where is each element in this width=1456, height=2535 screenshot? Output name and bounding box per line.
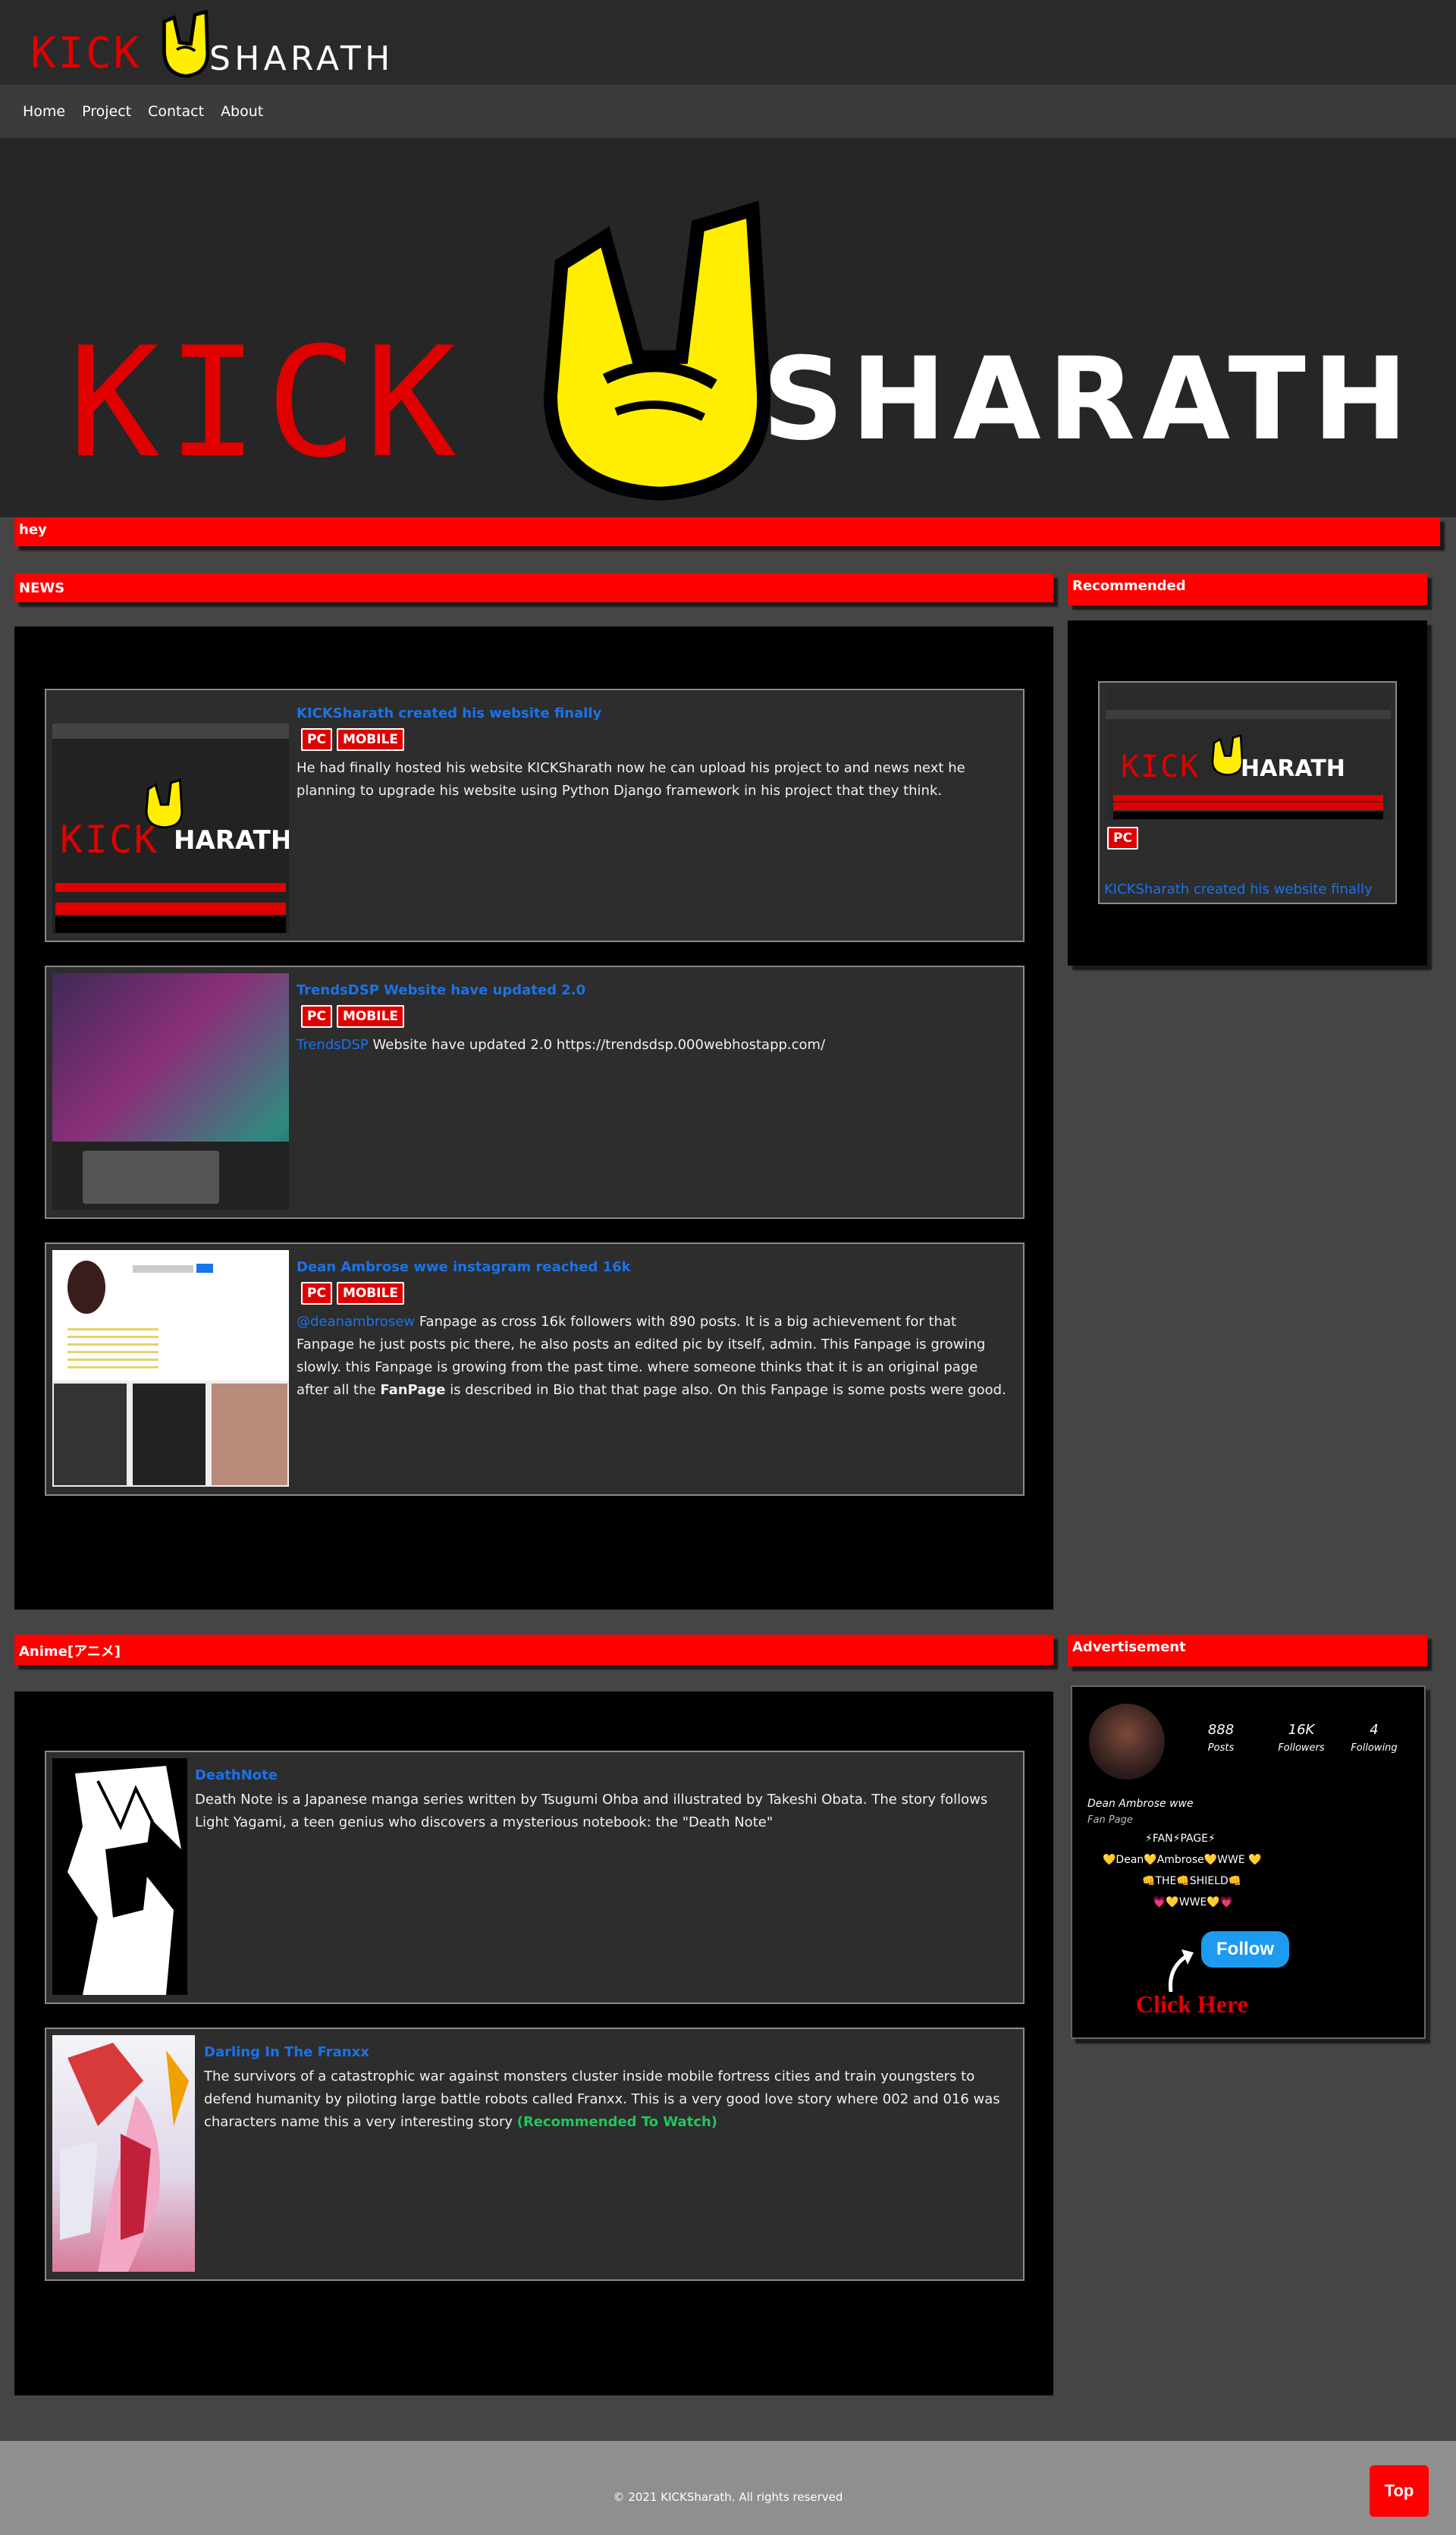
platform-badges: PC MOBILE <box>301 1005 405 1028</box>
nav-about[interactable]: About <box>221 103 263 120</box>
following-count: 4 <box>1370 1722 1379 1738</box>
click-here-text[interactable]: Click Here <box>1136 1990 1248 2018</box>
recommended-highlight: (Recommended To Watch) <box>516 2114 718 2130</box>
pc-badge: PC <box>1107 827 1138 850</box>
news-card[interactable]: Dean Ambrose wwe instagram reached 16k P… <box>45 1242 1025 1496</box>
website-thumbnail[interactable]: KICK HARATH <box>52 696 289 933</box>
platform-badges: PC MOBILE <box>301 1282 405 1305</box>
recommended-header-label: Recommended <box>1072 578 1186 594</box>
anime-text: The survivors of a catastrophic war agai… <box>204 2065 1008 2134</box>
recommended-card[interactable]: KICK HARATH PC KICKSharath created his w… <box>1098 681 1397 904</box>
mobile-badge: MOBILE <box>336 728 405 751</box>
recommended-thumbnail[interactable]: KICK HARATH <box>1106 689 1391 821</box>
instagram-handle-link[interactable]: @deanambrosew <box>297 1314 415 1330</box>
news-header: NEWS <box>14 573 1053 602</box>
anime-title[interactable]: Darling In The Franxx <box>204 2044 369 2060</box>
trendsdsp-thumbnail[interactable] <box>52 973 289 1210</box>
hero-kick-text: KICK <box>68 315 464 492</box>
hero-sharath-text: SHARATH <box>762 334 1415 466</box>
top-header: KICK SHARATH <box>0 0 1456 85</box>
advertisement-header: Advertisement <box>1068 1635 1427 1666</box>
header-logo[interactable]: KICK SHARATH <box>30 6 390 82</box>
announce-label: hey <box>19 522 47 538</box>
news-text-part: is described in Bio that that page also.… <box>445 1382 1006 1398</box>
anime-title[interactable]: DeathNote <box>195 1767 278 1783</box>
fanpage-bold: FanPage <box>380 1382 446 1398</box>
nav-contact[interactable]: Contact <box>148 103 204 120</box>
advertisement-header-label: Advertisement <box>1072 1639 1186 1655</box>
franxx-thumbnail[interactable] <box>52 2035 195 2272</box>
follow-button[interactable]: Follow <box>1201 1931 1289 1968</box>
pc-badge: PC <box>301 1005 332 1028</box>
logo-sharath-text: SHARATH <box>209 39 394 78</box>
anime-panel: DeathNote Death Note is a Japanese manga… <box>14 1692 1053 2395</box>
recommended-header: Recommended <box>1068 573 1427 605</box>
followers-count: 16K <box>1288 1722 1315 1738</box>
news-card[interactable]: KICK HARATH KICKSharath created his webs… <box>45 689 1025 942</box>
pc-badge: PC <box>301 728 332 751</box>
anime-header-label: Anime[アニメ] <box>19 1644 121 1660</box>
posts-stat: 888 Posts <box>1198 1722 1244 1754</box>
advertisement-panel[interactable]: 888 Posts 16K Followers 4 Following Dean… <box>1071 1685 1426 2039</box>
news-text: He had finally hosted his website KICKSh… <box>297 760 965 799</box>
hero-banner: KICK SHARATH <box>0 138 1456 517</box>
anime-text: Death Note is a Japanese manga series wr… <box>195 1792 988 1830</box>
posts-label: Posts <box>1207 1742 1235 1754</box>
anime-header: Anime[アニメ] <box>14 1635 1053 1665</box>
posts-count: 888 <box>1207 1722 1235 1738</box>
hero-rock-hand-icon <box>543 200 771 501</box>
anime-card[interactable]: DeathNote Death Note is a Japanese manga… <box>45 1751 1025 2004</box>
mobile-badge: MOBILE <box>336 1005 405 1028</box>
profile-avatar[interactable] <box>1089 1704 1165 1780</box>
copyright-text: © 2021 KICKSharath. All rights reserved <box>613 2490 843 2504</box>
news-text: TrendsDSP Website have updated 2.0 https… <box>297 1034 979 1057</box>
news-panel: KICK HARATH KICKSharath created his webs… <box>14 627 1053 1610</box>
curved-arrow-icon <box>1168 1949 1194 1993</box>
recommended-title-link[interactable]: KICKSharath created his website finally <box>1104 881 1373 897</box>
bio-line: 💛Dean💛Ambrose💛WWE 💛 <box>1103 1854 1262 1866</box>
news-card[interactable]: TrendsDSP Website have updated 2.0 PC MO… <box>45 966 1025 1219</box>
instagram-thumbnail[interactable] <box>52 1250 289 1487</box>
news-title[interactable]: Dean Ambrose wwe instagram reached 16k <box>297 1259 631 1275</box>
bio-line: ⚡FAN⚡PAGE⚡ <box>1145 1833 1216 1845</box>
announce-bar: hey <box>14 517 1440 546</box>
back-to-top-button[interactable]: Top <box>1370 2465 1429 2517</box>
followers-stat: 16K Followers <box>1271 1722 1332 1754</box>
nav-home[interactable]: Home <box>23 103 65 120</box>
footer: © 2021 KICKSharath. All rights reserved <box>0 2441 1456 2535</box>
pc-badge: PC <box>301 1282 332 1305</box>
following-label: Following <box>1351 1742 1398 1754</box>
news-title[interactable]: KICKSharath created his website finally <box>297 705 601 721</box>
profile-name: Dean Ambrose wwe <box>1087 1798 1194 1810</box>
news-text: @deanambrosew Fanpage as cross 16k follo… <box>297 1311 1009 1402</box>
anime-card[interactable]: Darling In The Franxx The survivors of a… <box>45 2028 1025 2281</box>
trendsdsp-link[interactable]: TrendsDSP <box>297 1037 369 1053</box>
bio-line: 💗💛WWE💛💗 <box>1153 1896 1234 1908</box>
recommended-panel: KICK HARATH PC KICKSharath created his w… <box>1068 620 1427 966</box>
deathnote-thumbnail[interactable] <box>52 1758 187 1995</box>
bio-line: 👊THE👊SHIELD👊 <box>1142 1875 1242 1887</box>
profile-category: Fan Page <box>1087 1814 1133 1826</box>
mobile-badge: MOBILE <box>336 1282 405 1305</box>
nav-project[interactable]: Project <box>82 103 131 120</box>
news-header-label: NEWS <box>19 580 65 596</box>
following-stat: 4 Following <box>1344 1722 1404 1754</box>
platform-badges: PC MOBILE <box>301 728 405 751</box>
news-title[interactable]: TrendsDSP Website have updated 2.0 <box>297 982 585 998</box>
news-text-body: Website have updated 2.0 https://trendsd… <box>368 1037 826 1053</box>
main-nav: Home Project Contact About <box>0 85 1456 138</box>
followers-label: Followers <box>1278 1742 1325 1754</box>
logo-kick-text: KICK <box>30 29 142 78</box>
